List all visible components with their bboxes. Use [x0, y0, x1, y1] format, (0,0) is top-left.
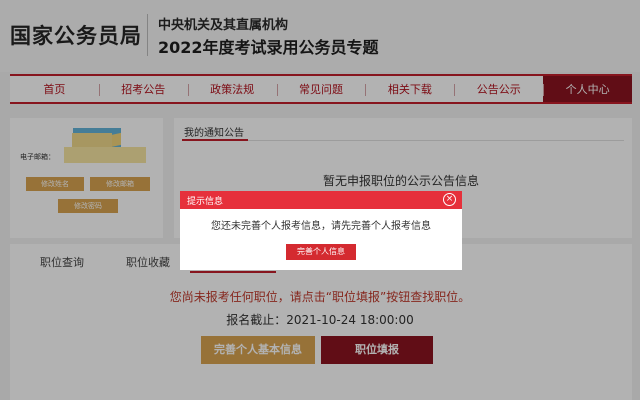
close-icon[interactable]: ×: [443, 193, 456, 206]
dialog-message: 您还未完善个人报考信息，请先完善个人报考信息: [211, 221, 431, 232]
dialog-title: 提示信息: [187, 197, 224, 207]
prompt-dialog: 提示信息 × 您还未完善个人报考信息，请先完善个人报考信息 完善个人信息: [180, 191, 462, 270]
complete-profile-button[interactable]: 完善个人信息: [286, 244, 356, 260]
dialog-header: 提示信息 ×: [180, 191, 462, 209]
